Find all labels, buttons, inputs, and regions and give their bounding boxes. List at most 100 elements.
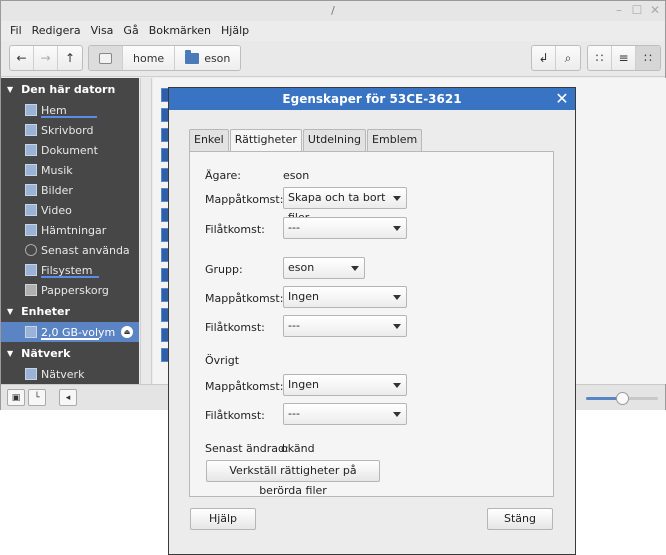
permissions-panel: Ägare: eson Mappåtkomst: Skapa och ta bo… (189, 151, 554, 497)
breadcrumb-label: eson (204, 51, 231, 65)
expand-triangle-icon: ▼ (7, 306, 14, 316)
sidebar-item-musik[interactable]: Musik (1, 160, 139, 180)
sidebar-item-dokument[interactable]: Dokument (1, 140, 139, 160)
tab-rattigheter[interactable]: Rättigheter (229, 129, 302, 152)
other-label: Övrigt (205, 354, 240, 367)
help-button[interactable]: Hjälp (190, 508, 256, 530)
window-controls: – ☐ ✕ (613, 3, 661, 17)
downloads-icon (25, 224, 37, 236)
back-button[interactable]: ← (10, 46, 34, 70)
compact-view-button[interactable]: ∷ (636, 46, 660, 70)
breadcrumb: home eson (88, 45, 242, 71)
sidebar-item-volume[interactable]: 2,0 GB-volym ⏏ (1, 322, 139, 342)
forward-button[interactable]: → (34, 46, 58, 70)
owner-folder-access-select[interactable]: Skapa och ta bort filer (283, 187, 407, 224)
search-icon: ⌕ (564, 50, 572, 65)
tab-emblem[interactable]: Emblem (367, 129, 423, 151)
owner-folder-access-label: Mappåtkomst: (205, 193, 284, 206)
maximize-icon[interactable]: ☐ (631, 3, 643, 17)
network-icon (25, 368, 37, 380)
sidebar-item-video[interactable]: Video (1, 200, 139, 220)
close-button[interactable]: Stäng (487, 508, 553, 530)
navigation-buttons: ← → ↑ (9, 45, 83, 71)
owner-file-access-select[interactable]: --- (283, 217, 407, 239)
sidebar-item-label: 2,0 GB-volym (41, 325, 116, 339)
drive-icon (25, 326, 37, 338)
sidebar-item-label: Bilder (41, 183, 73, 197)
dialog-title: Egenskaper för 53CE-3621 (169, 88, 575, 110)
sidebar-item-label: Hem (41, 103, 67, 117)
tab-enkel[interactable]: Enkel (189, 129, 229, 151)
window-title: / (1, 1, 665, 21)
show-tree-button[interactable]: └ (28, 389, 46, 406)
toggle-location-button[interactable]: ↲ (532, 46, 556, 70)
tab-bar: Enkel Rättigheter Utdelning Emblem (189, 129, 423, 152)
sidebar-resize-handle[interactable] (140, 78, 152, 384)
menu-visa[interactable]: Visa (86, 21, 119, 41)
sidebar-item-papperskorg[interactable]: Papperskorg (1, 280, 139, 300)
chevron-down-icon (393, 383, 401, 388)
sidebar-item-skrivbord[interactable]: Skrivbord (1, 120, 139, 140)
apply-permissions-button[interactable]: Verkställ rättigheter på berörda filer (206, 460, 380, 497)
sidebar-item-label: Video (41, 203, 72, 217)
group-file-access-select[interactable]: --- (283, 315, 407, 337)
sidebar-item-label: Senast använda (41, 243, 130, 257)
minimize-icon[interactable]: – (613, 3, 625, 17)
sidebar-item-senast-anvanda[interactable]: Senast använda (1, 240, 139, 260)
sidebar-section-computer[interactable]: ▼ Den här datorn (1, 78, 139, 100)
video-icon (25, 204, 37, 216)
menubar: Fil Redigera Visa Gå Bokmärken Hjälp (1, 21, 665, 41)
select-value: --- (288, 221, 300, 234)
hide-sidebar-button[interactable]: ◂ (59, 389, 77, 406)
close-icon[interactable]: ✕ (553, 88, 571, 110)
menu-ga[interactable]: Gå (118, 21, 143, 41)
search-button[interactable]: ⌕ (556, 46, 580, 70)
sidebar-item-hamtningar[interactable]: Hämtningar (1, 220, 139, 240)
sidebar-item-label: Dokument (41, 143, 98, 157)
group-folder-access-select[interactable]: Ingen (283, 286, 407, 308)
other-folder-access-select[interactable]: Ingen (283, 374, 407, 396)
tab-utdelning[interactable]: Utdelning (302, 129, 367, 151)
compact-icon: ∷ (644, 51, 652, 65)
menu-hjalp[interactable]: Hjälp (216, 21, 254, 41)
sidebar-item-natverk[interactable]: Nätverk (1, 364, 139, 384)
group-select[interactable]: eson (283, 257, 365, 279)
places-icon: ▣ (11, 392, 21, 403)
icon-view-button[interactable]: ∷ (588, 46, 612, 70)
list-view-button[interactable]: ≡ (612, 46, 636, 70)
breadcrumb-eson[interactable]: eson (175, 46, 241, 70)
owner-value: eson (283, 169, 310, 182)
other-file-access-select[interactable]: --- (283, 403, 407, 425)
sidebar-item-hem[interactable]: Hem (1, 100, 139, 120)
select-value: Ingen (288, 378, 319, 391)
menu-fil[interactable]: Fil (5, 21, 27, 41)
modified-label: Senast ändrad: (205, 442, 289, 455)
chevron-down-icon (393, 295, 401, 300)
sidebar-section-devices[interactable]: ▼ Enheter (1, 300, 139, 322)
grid-icon: ∷ (595, 51, 604, 65)
list-icon: ≡ (618, 51, 629, 65)
up-button[interactable]: ↑ (58, 46, 82, 70)
breadcrumb-root[interactable] (89, 46, 123, 70)
documents-icon (25, 144, 37, 156)
zoom-slider-handle[interactable] (616, 392, 629, 405)
trash-icon (25, 284, 37, 296)
menu-redigera[interactable]: Redigera (27, 21, 86, 41)
eject-icon[interactable]: ⏏ (121, 326, 133, 338)
show-places-button[interactable]: ▣ (7, 389, 25, 406)
close-icon[interactable]: ✕ (649, 3, 661, 17)
music-icon (25, 164, 37, 176)
sidebar-section-network[interactable]: ▼ Nätverk (1, 342, 139, 364)
menu-bokmarken[interactable]: Bokmärken (144, 21, 216, 41)
zoom-slider[interactable] (586, 392, 658, 405)
location-toggle-icon: ↲ (538, 51, 549, 65)
breadcrumb-label: home (133, 51, 165, 65)
breadcrumb-home[interactable]: home (123, 46, 176, 70)
sidebar-item-filsystem[interactable]: Filsystem (1, 260, 139, 280)
chevron-down-icon (393, 226, 401, 231)
sidebar-item-bilder[interactable]: Bilder (1, 180, 139, 200)
select-value: eson (288, 261, 315, 274)
sidebar-section-label: Enheter (21, 304, 70, 318)
mounted-underline (41, 338, 99, 340)
arrow-left-icon: ← (16, 51, 27, 65)
